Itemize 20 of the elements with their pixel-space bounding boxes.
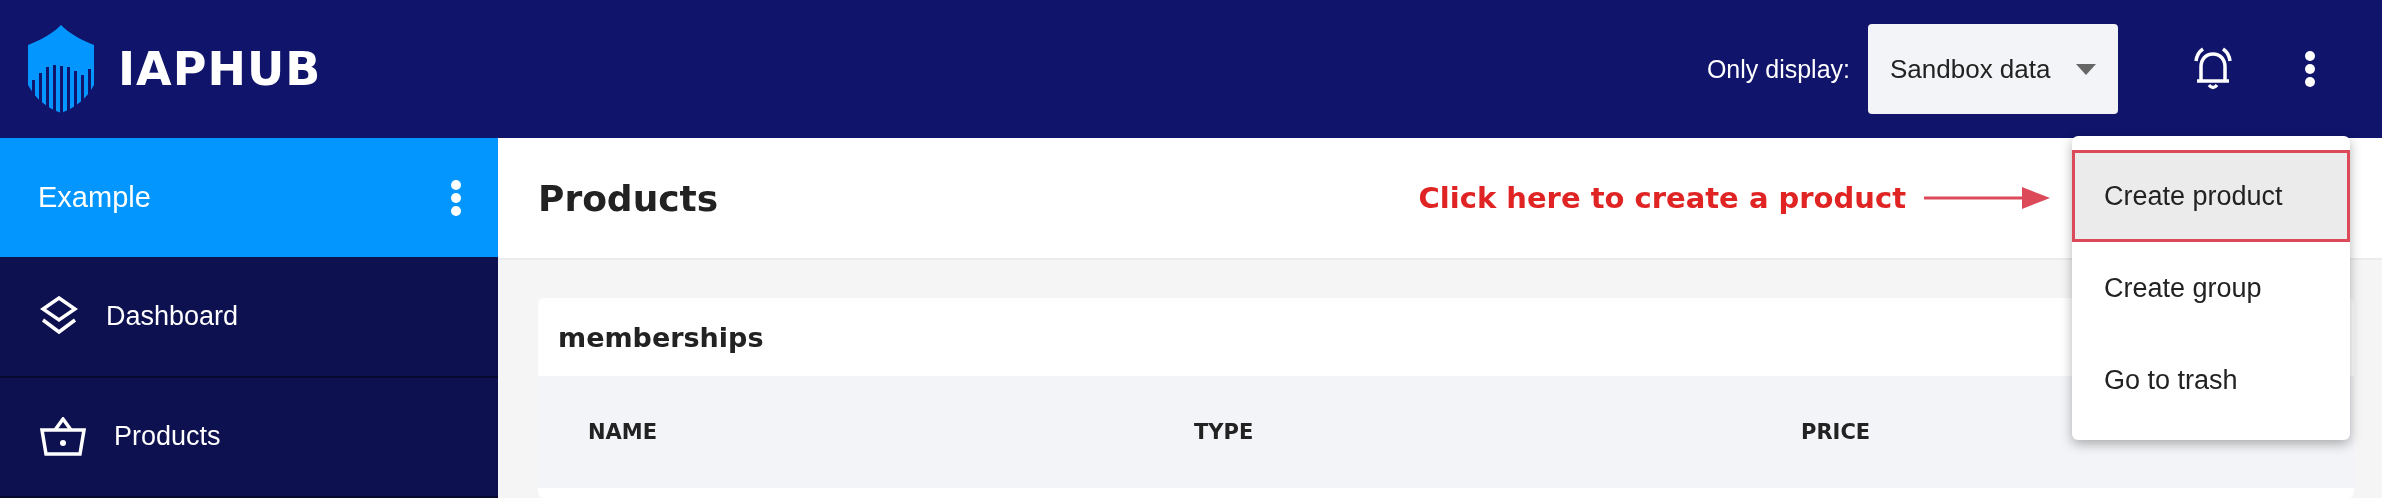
filter-label: Only display: bbox=[1706, 54, 1850, 84]
shield-logo-icon bbox=[28, 25, 94, 113]
page-title: Products bbox=[538, 177, 720, 219]
menu-item[interactable]: Create group bbox=[2072, 242, 2350, 334]
sidebar-item[interactable]: Dashboard bbox=[0, 257, 498, 378]
app-options-icon[interactable] bbox=[450, 178, 462, 217]
caret-icon bbox=[2076, 63, 2096, 75]
basket-icon bbox=[40, 416, 86, 457]
data-filter-select[interactable]: Sandbox data bbox=[1868, 24, 2118, 114]
group-title: memberships bbox=[557, 320, 765, 355]
brand-name: IAPHUB bbox=[118, 42, 322, 96]
menu-item[interactable]: Go to trash bbox=[2072, 334, 2350, 426]
sidebar-item[interactable]: Products bbox=[0, 377, 498, 498]
more-menu-icon[interactable] bbox=[2304, 50, 2316, 88]
column-header: PRICE bbox=[1801, 420, 1871, 444]
layers-icon bbox=[40, 296, 78, 337]
column-header: TYPE bbox=[1194, 420, 1254, 444]
annotation-text: Click here to create a product bbox=[1418, 181, 1906, 215]
column-header: NAME bbox=[588, 420, 658, 444]
menu-item[interactable]: Create product bbox=[2072, 150, 2350, 242]
